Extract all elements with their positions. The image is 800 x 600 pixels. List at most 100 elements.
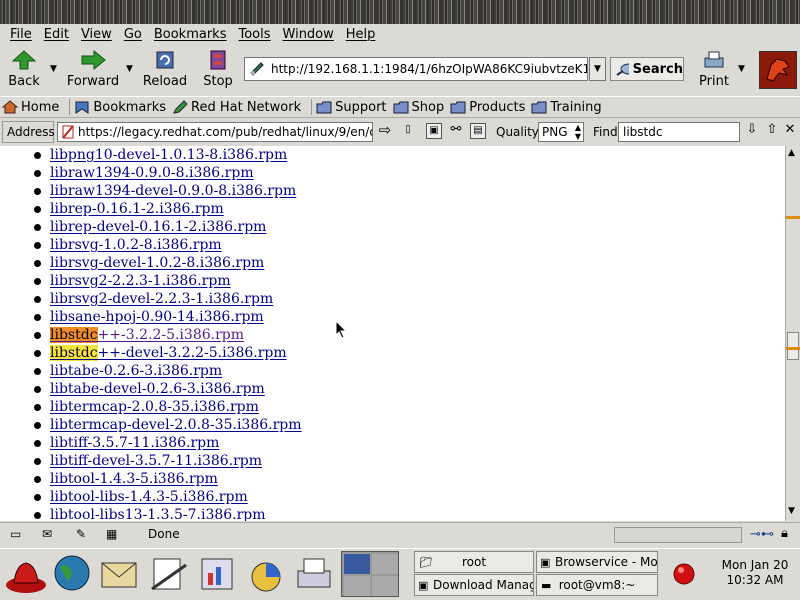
- stop-button[interactable]: Stop: [198, 46, 238, 92]
- file-link[interactable]: libtool-1.4.3-5.i386.rpm: [50, 471, 218, 487]
- file-link[interactable]: libtiff-3.5.7-11.i386.rpm: [50, 435, 219, 451]
- update-alert-icon[interactable]: [672, 562, 696, 586]
- stop-icon: [210, 50, 226, 70]
- reload-button[interactable]: Reload: [142, 46, 188, 92]
- bookmark-page-icon[interactable]: ▯: [400, 123, 416, 139]
- task-button-download-manager[interactable]: ▣ Download Manag: [414, 574, 534, 596]
- bookmark-red-hat-network[interactable]: Red Hat Network: [172, 100, 301, 115]
- print-dropdown-icon[interactable]: ▼: [738, 64, 745, 74]
- menu-go[interactable]: Go: [124, 27, 142, 42]
- presentation-icon[interactable]: [198, 555, 238, 593]
- find-field[interactable]: libstdc: [618, 122, 740, 142]
- file-link[interactable]: libtabe-devel-0.2.6-3.i386.rpm: [50, 381, 265, 397]
- composer-icon[interactable]: ✎: [76, 527, 86, 541]
- file-link[interactable]: libsane-hpoj-0.90-14.i386.rpm: [50, 309, 264, 325]
- menu-bookmarks[interactable]: Bookmarks: [154, 27, 227, 42]
- back-dropdown-icon[interactable]: ▼: [50, 64, 57, 74]
- workspace-1[interactable]: [344, 554, 370, 574]
- forward-button[interactable]: Forward: [66, 46, 120, 92]
- clock-time: 10:32 AM: [726, 573, 784, 587]
- file-link[interactable]: libtiff-devel-3.5.7-11.i386.rpm: [50, 453, 262, 469]
- scroll-thumb[interactable]: [787, 332, 799, 360]
- support-label: Support: [335, 99, 387, 115]
- menu-window[interactable]: Window: [283, 27, 334, 42]
- navigator-icon[interactable]: ▭: [10, 527, 21, 541]
- find-next-icon[interactable]: ⇩: [744, 123, 760, 139]
- file-link[interactable]: libtermcap-2.0.8-35.i386.rpm: [50, 399, 259, 415]
- address-field[interactable]: https://legacy.redhat.com/pub/redhat/lin…: [57, 122, 373, 142]
- task-button-root[interactable]: 📁︎ root: [414, 551, 534, 573]
- find-label: Find: [593, 125, 618, 139]
- address-book-icon[interactable]: ▦: [106, 527, 117, 541]
- forward-dropdown-icon[interactable]: ▼: [126, 64, 133, 74]
- clipboard-icon[interactable]: ▤: [470, 123, 486, 139]
- mail-client-icon[interactable]: [98, 555, 142, 593]
- clock[interactable]: Mon Jan 20 10:32 AM: [712, 558, 798, 588]
- workspace-4[interactable]: [372, 576, 398, 596]
- forward-arrow-icon: [81, 50, 106, 70]
- url-dropdown-icon[interactable]: ▼: [589, 57, 606, 81]
- mozilla-dragon-icon: [766, 58, 790, 82]
- file-link[interactable]: librep-0.16.1-2.i386.rpm: [50, 201, 224, 217]
- spreadsheet-icon[interactable]: [244, 555, 288, 593]
- menu-help[interactable]: Help: [346, 27, 376, 42]
- search-button[interactable]: Search: [610, 57, 684, 81]
- browser-logo[interactable]: [759, 51, 797, 89]
- file-link[interactable]: libraw1394-devel-0.9.0-8.i386.rpm: [50, 183, 296, 199]
- bookmark-folder-products[interactable]: Products: [450, 100, 525, 115]
- scroll-down-icon[interactable]: ▼: [788, 506, 795, 516]
- bookmark-folder-shop[interactable]: Shop: [393, 100, 444, 115]
- file-link[interactable]: librsvg2-2.2.3-1.i386.rpm: [50, 273, 231, 289]
- scroll-up-icon[interactable]: ▲: [788, 148, 795, 158]
- file-link[interactable]: libraw1394-0.9.0-8.i386.rpm: [50, 165, 254, 181]
- spinner-arrows-icon[interactable]: ▲ ▼: [575, 123, 581, 141]
- training-label: Training: [550, 99, 602, 115]
- menu-file[interactable]: File: [10, 27, 32, 42]
- task-button-terminal[interactable]: ▬ root@vm8:~: [536, 574, 658, 596]
- file-link[interactable]: libstdc++-devel-3.2.2-5.i386.rpm: [50, 345, 287, 361]
- find-highlight: libstdc: [50, 327, 98, 343]
- file-link[interactable]: libpng10-devel-1.0.13-8.i386.rpm: [50, 147, 287, 163]
- web-browser-globe-icon[interactable]: [52, 553, 92, 593]
- back-button[interactable]: Back: [4, 46, 44, 92]
- vertical-scrollbar[interactable]: ▲ ▼: [785, 146, 800, 521]
- save-page-icon[interactable]: ▣: [426, 123, 442, 139]
- file-link[interactable]: libtermcap-devel-2.0.8-35.i386.rpm: [50, 417, 302, 433]
- screen-top-noise: [0, 0, 800, 24]
- menu-tools[interactable]: Tools: [238, 27, 270, 42]
- close-find-icon[interactable]: ✕: [782, 123, 798, 139]
- file-link[interactable]: libtool-libs-1.4.3-5.i386.rpm: [50, 489, 248, 505]
- online-status-icon[interactable]: ⊸⊷: [750, 527, 774, 542]
- task-button-browservice[interactable]: ▣ Browservice - Mo: [536, 551, 658, 573]
- file-link[interactable]: librsvg-devel-1.0.2-8.i386.rpm: [50, 255, 264, 271]
- workspace-2[interactable]: [372, 554, 398, 574]
- go-arrow-icon[interactable]: ⇨: [377, 123, 393, 139]
- bookmarks-button[interactable]: Bookmarks: [74, 100, 166, 115]
- quality-value: PNG: [542, 125, 568, 139]
- bookmark-folder-training[interactable]: Training: [531, 99, 602, 115]
- workspace-switcher[interactable]: [341, 551, 399, 597]
- mail-icon[interactable]: ✉: [42, 527, 52, 541]
- find-value: libstdc: [623, 125, 663, 139]
- file-link[interactable]: libtool-libs13-1.3.5-7.i386.rpm: [50, 507, 266, 521]
- file-link[interactable]: librep-devel-0.16.1-2.i386.rpm: [50, 219, 266, 235]
- printer-manager-icon[interactable]: [292, 555, 336, 593]
- find-previous-icon[interactable]: ⇧: [764, 123, 780, 139]
- bookmark-folder-support[interactable]: Support: [316, 99, 387, 115]
- home-button[interactable]: Home: [2, 100, 59, 115]
- word-processor-icon[interactable]: [148, 555, 192, 593]
- url-field[interactable]: http://192.168.1.1:1984/1/6hzOIpWA86KC9i…: [244, 57, 588, 81]
- find-match-marker: [786, 216, 800, 219]
- print-button[interactable]: Print: [694, 46, 734, 92]
- workspace-3[interactable]: [344, 576, 370, 596]
- binoculars-icon[interactable]: ⚯: [448, 123, 464, 139]
- file-link[interactable]: libstdc++-3.2.2-5.i386.rpm: [50, 327, 244, 343]
- menu-view[interactable]: View: [81, 27, 112, 42]
- security-lock-icon[interactable]: 🔒︎: [781, 526, 788, 541]
- file-link[interactable]: librsvg-1.0.2-8.i386.rpm: [50, 237, 222, 253]
- file-link[interactable]: librsvg2-devel-2.2.3-1.i386.rpm: [50, 291, 273, 307]
- file-link[interactable]: libtabe-0.2.6-3.i386.rpm: [50, 363, 222, 379]
- redhat-menu-icon[interactable]: [4, 553, 48, 597]
- quality-select[interactable]: PNG ▲ ▼: [538, 122, 584, 142]
- menu-edit[interactable]: Edit: [44, 27, 69, 42]
